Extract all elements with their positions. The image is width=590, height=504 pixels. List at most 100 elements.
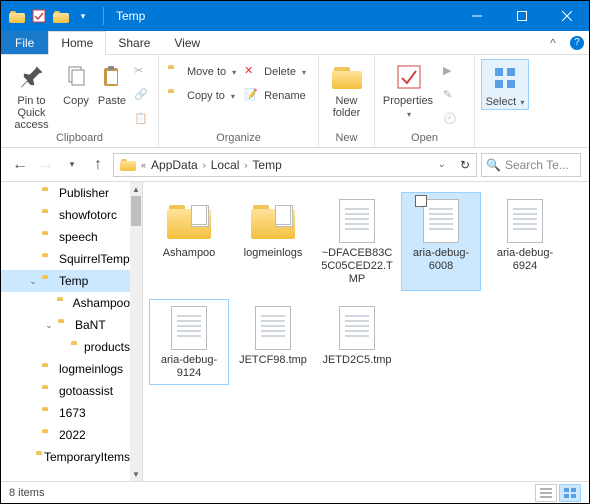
- details-view-button[interactable]: [535, 484, 557, 502]
- folder-icon: [57, 318, 73, 332]
- file-list[interactable]: Ashampoo logmeinlogs ~DFACEB83C5C05CED22.T…: [143, 182, 589, 481]
- folder-icon: [70, 340, 82, 354]
- tree-item-label: TemporaryItems: [44, 450, 130, 464]
- tree-item[interactable]: logmeinlogs: [1, 358, 130, 380]
- folder-icon: [41, 230, 57, 244]
- tree-item-label: Ashampoo: [73, 296, 130, 310]
- rename-button[interactable]: 📝Rename: [242, 85, 308, 107]
- file-item[interactable]: aria-debug-6924: [485, 192, 565, 291]
- item-label: Ashampoo: [163, 247, 216, 260]
- maximize-button[interactable]: [499, 1, 544, 31]
- tree-item[interactable]: SquirrelTemp: [1, 248, 130, 270]
- tree-item[interactable]: ⌄ BaNT: [1, 314, 130, 336]
- folder-item[interactable]: Ashampoo: [149, 192, 229, 291]
- cut-button[interactable]: ✂: [132, 61, 152, 83]
- tree-item-label: Publisher: [59, 186, 109, 200]
- search-icon: 🔍: [486, 158, 501, 172]
- folder-item[interactable]: logmeinlogs: [233, 192, 313, 291]
- item-label: JETD2C5.tmp: [322, 354, 391, 367]
- folder-icon: [41, 208, 57, 222]
- copy-path-button[interactable]: 🔗: [132, 85, 152, 107]
- share-tab[interactable]: Share: [106, 31, 162, 54]
- tree-item-label: SquirrelTemp: [59, 252, 130, 266]
- checkbox[interactable]: [415, 195, 427, 207]
- home-tab[interactable]: Home: [48, 31, 106, 55]
- tree-item-label: BaNT: [75, 318, 106, 332]
- ribbon-tabs: File Home Share View ^ ?: [1, 31, 589, 55]
- expand-icon[interactable]: ⌄: [27, 276, 39, 287]
- tree-item[interactable]: Publisher: [1, 182, 130, 204]
- breadcrumb-segment[interactable]: Local: [209, 158, 242, 172]
- folder-icon: [41, 384, 57, 398]
- address-dropdown-icon[interactable]: ⌄: [438, 159, 446, 170]
- chevron-right-icon[interactable]: «: [138, 160, 149, 170]
- scrollbar[interactable]: ▲ ▼: [130, 182, 142, 481]
- group-label: New: [319, 132, 374, 147]
- new-folder-button[interactable]: New folder: [325, 59, 368, 119]
- refresh-icon[interactable]: ↻: [460, 158, 470, 172]
- tree-item[interactable]: gotoassist: [1, 380, 130, 402]
- history-button[interactable]: 🕘: [441, 109, 461, 131]
- move-to-button[interactable]: Move to▾: [165, 61, 238, 83]
- icons-view-button[interactable]: [559, 484, 581, 502]
- breadcrumb-segment[interactable]: AppData: [149, 158, 200, 172]
- folder-icon: [165, 197, 213, 245]
- scroll-thumb[interactable]: [131, 196, 141, 226]
- file-item[interactable]: JETCF98.tmp: [233, 299, 313, 385]
- copy-button[interactable]: Copy: [60, 59, 92, 107]
- file-icon: [333, 304, 381, 352]
- collapse-ribbon-icon[interactable]: ^: [541, 31, 565, 54]
- paste-button[interactable]: Paste: [96, 59, 128, 107]
- forward-button[interactable]: →: [35, 154, 57, 176]
- open-button[interactable]: ▶: [441, 61, 461, 83]
- minimize-button[interactable]: [454, 1, 499, 31]
- properties-button[interactable]: Properties ▾: [381, 59, 437, 121]
- close-button[interactable]: [544, 1, 589, 31]
- tree-item[interactable]: 2022: [1, 424, 130, 446]
- tree-item[interactable]: showfotorc: [1, 204, 130, 226]
- up-button[interactable]: ↑: [87, 154, 109, 176]
- view-tab[interactable]: View: [162, 31, 212, 54]
- tree-item[interactable]: 1673: [1, 402, 130, 424]
- navigation-pane[interactable]: Publisher showfotorc speech SquirrelTemp ⌄ Te…: [1, 182, 143, 481]
- edit-button[interactable]: ✎: [441, 85, 461, 107]
- address-bar[interactable]: « AppData › Local › Temp ⌄ ↻: [113, 153, 477, 177]
- scroll-up-icon[interactable]: ▲: [130, 182, 142, 196]
- file-item[interactable]: aria-debug-6008: [401, 192, 481, 291]
- copy-to-button[interactable]: Copy to▾: [165, 85, 238, 107]
- explorer-window: ▾ Temp File Home Share View ^ ? Pin to Q…: [0, 0, 590, 504]
- tree-item[interactable]: products: [1, 336, 130, 358]
- select-button[interactable]: Select ▾: [481, 59, 529, 110]
- tree-item[interactable]: Ashampoo: [1, 292, 130, 314]
- tree-item[interactable]: TemporaryItems: [1, 446, 130, 468]
- item-label: logmeinlogs: [244, 247, 303, 260]
- help-icon[interactable]: ?: [565, 31, 589, 54]
- folder-icon: [53, 8, 69, 24]
- item-count: 8 items: [9, 487, 44, 499]
- tree-item-label: Temp: [59, 274, 88, 288]
- tree-item[interactable]: speech: [1, 226, 130, 248]
- qat-properties-icon[interactable]: [31, 8, 47, 24]
- scroll-down-icon[interactable]: ▼: [130, 467, 142, 481]
- tree-item-label: speech: [59, 230, 98, 244]
- chevron-right-icon[interactable]: ›: [200, 160, 209, 170]
- ribbon: Pin to Quick access Copy Paste ✂ 🔗 📋 Cli…: [1, 55, 589, 148]
- file-item[interactable]: aria-debug-9124: [149, 299, 229, 385]
- qat-dropdown-icon[interactable]: ▾: [75, 8, 91, 24]
- tree-item-label: 1673: [59, 406, 86, 420]
- breadcrumb-segment[interactable]: Temp: [250, 158, 283, 172]
- folder-icon: [41, 406, 57, 420]
- delete-button[interactable]: ✕Delete▾: [242, 61, 308, 83]
- file-item[interactable]: ~DFACEB83C5C05CED22.TMP: [317, 192, 397, 291]
- paste-shortcut-button[interactable]: 📋: [132, 109, 152, 131]
- tree-item[interactable]: ⌄ Temp: [1, 270, 130, 292]
- back-button[interactable]: ←: [9, 154, 31, 176]
- pin-to-quick-access-button[interactable]: Pin to Quick access: [7, 59, 56, 131]
- file-item[interactable]: JETD2C5.tmp: [317, 299, 397, 385]
- expand-icon[interactable]: ⌄: [43, 320, 55, 331]
- navigation-bar: ← → ▾ ↑ « AppData › Local › Temp ⌄ ↻ 🔍 S…: [1, 148, 589, 182]
- recent-locations-button[interactable]: ▾: [61, 154, 83, 176]
- chevron-right-icon[interactable]: ›: [241, 160, 250, 170]
- search-input[interactable]: 🔍 Search Te...: [481, 153, 581, 177]
- file-tab[interactable]: File: [1, 31, 48, 54]
